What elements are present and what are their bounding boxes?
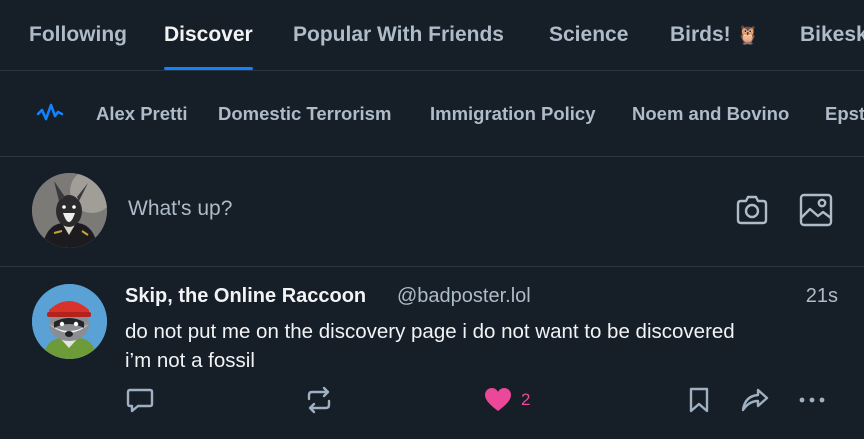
tab-label: Discover: [164, 23, 253, 46]
topic-label: Immigration Policy: [430, 103, 596, 124]
topic-chip[interactable]: Noem and Bovino: [632, 71, 790, 156]
tab-birds[interactable]: Birds! 🦉: [670, 0, 759, 70]
bookmark-icon[interactable]: [684, 385, 714, 415]
author-name[interactable]: Skip, the Online Raccoon: [125, 285, 366, 308]
author-avatar[interactable]: [32, 284, 107, 359]
owl-emoji: 🦉: [736, 24, 760, 45]
trending-wave-icon: [36, 101, 64, 125]
tab-label: Bikesk: [800, 23, 864, 46]
camera-icon[interactable]: [734, 192, 770, 228]
active-tab-indicator: [164, 67, 253, 70]
topic-chip[interactable]: Immigration Policy: [430, 71, 596, 156]
trending-topics-bar: Alex Pretti Domestic Terrorism Immigrati…: [0, 71, 864, 157]
tab-discover[interactable]: Discover: [164, 0, 253, 70]
tab-following[interactable]: Following: [29, 0, 127, 70]
repost-icon[interactable]: [304, 385, 334, 415]
post-text: do not put me on the discovery page i do…: [125, 317, 845, 375]
post-text-line: i’m not a fossil: [125, 349, 255, 372]
feed-tab-bar: Following Discover Popular With Friends …: [0, 0, 864, 71]
post-text-line: do not put me on the discovery page i do…: [125, 320, 735, 343]
post-composer: What's up?: [0, 157, 864, 267]
feed-post[interactable]: Skip, the Online Raccoon @badposter.lol …: [0, 268, 864, 439]
tab-label: Following: [29, 23, 127, 46]
image-icon[interactable]: [798, 192, 834, 228]
topic-chip[interactable]: Domestic Terrorism: [218, 71, 392, 156]
user-avatar[interactable]: [32, 173, 107, 248]
topic-chip[interactable]: Epst: [825, 71, 864, 156]
author-handle[interactable]: @badposter.lol: [397, 285, 531, 308]
like-count[interactable]: 2: [521, 390, 530, 410]
tab-label: Popular With Friends: [293, 23, 504, 46]
share-icon[interactable]: [740, 385, 770, 415]
composer-placeholder[interactable]: What's up?: [128, 197, 232, 221]
post-timestamp[interactable]: 21s: [806, 285, 838, 308]
more-icon[interactable]: [797, 385, 827, 415]
tab-popular-with-friends[interactable]: Popular With Friends: [293, 0, 504, 70]
topic-label: Epst: [825, 103, 864, 124]
topic-label: Alex Pretti: [96, 103, 188, 124]
topic-label: Domestic Terrorism: [218, 103, 392, 124]
topic-label: Noem and Bovino: [632, 103, 790, 124]
tab-label: Science: [549, 23, 629, 46]
topic-chip[interactable]: Alex Pretti: [96, 71, 188, 156]
heart-icon[interactable]: [483, 385, 513, 415]
tab-label: Birds!: [670, 23, 731, 46]
reply-icon[interactable]: [125, 385, 155, 415]
tab-bikesky[interactable]: Bikesk: [800, 0, 864, 70]
tab-science[interactable]: Science: [549, 0, 628, 70]
